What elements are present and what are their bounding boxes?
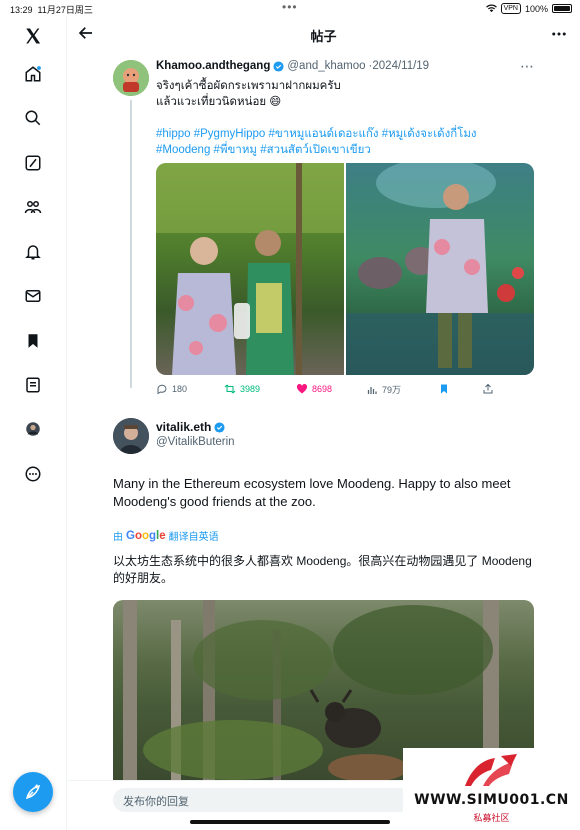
notifications-bell-icon[interactable]: [23, 242, 43, 262]
post-text: จริงๆเค้าซื้อผัดกระเพรามาฝากผมครับ แล้วแ…: [156, 80, 341, 108]
watermark-logo: [465, 754, 517, 786]
x-logo-icon[interactable]: [23, 26, 43, 46]
watermark: WWW.SIMU001.CN 私募社区: [403, 748, 580, 830]
post-hashtags[interactable]: #hippo #PygmyHippo #ขาหมูแอนด์เดอะแก๊ง #…: [156, 126, 526, 158]
top-header: 帖子: [67, 16, 580, 50]
more-options-icon[interactable]: [23, 464, 43, 484]
main-author-name[interactable]: vitalik.eth: [156, 420, 225, 434]
thread-connector-line: [130, 100, 132, 388]
bookmark-action[interactable]: [438, 383, 450, 395]
verified-badge-icon: [214, 421, 225, 433]
battery-icon: [552, 4, 572, 13]
status-right: VPN 100%: [485, 3, 572, 14]
bookmark-filled-icon: [441, 384, 447, 394]
grok-icon[interactable]: [23, 153, 43, 173]
vitalik-avatar[interactable]: [113, 418, 149, 454]
compose-post-button[interactable]: [13, 772, 53, 812]
translation-attribution[interactable]: 由 Google 翻译自英语: [113, 528, 219, 544]
views-action[interactable]: 79万: [366, 383, 401, 396]
battery-percent: 100%: [524, 3, 548, 14]
google-logo: Google: [126, 529, 166, 542]
post-more-icon[interactable]: ⋯: [520, 58, 534, 75]
author-handle[interactable]: @and_khamoo: [287, 60, 365, 72]
communities-icon[interactable]: [23, 197, 43, 217]
verified-badge-icon: [273, 60, 284, 72]
like-action[interactable]: 8698: [296, 383, 332, 395]
compose-feather-icon: [25, 784, 41, 800]
vpn-badge: VPN: [500, 3, 521, 14]
watermark-subtext: 私募社区: [473, 813, 510, 823]
post-photo-2[interactable]: [346, 163, 534, 375]
post-action-bar: 180 3989 8698 79万: [156, 383, 501, 397]
post-header: Khamoo.andthegang @and_khamoo ·2024/11/1…: [156, 60, 429, 72]
repost-icon: [224, 384, 236, 394]
post-date[interactable]: ·2024/11/19: [369, 60, 430, 72]
sidebar: [0, 16, 67, 830]
main-post-text: Many in the Ethereum ecosystem love Mood…: [113, 476, 511, 509]
bookmark-icon[interactable]: [23, 331, 43, 351]
share-icon: [483, 383, 493, 394]
home-icon[interactable]: [23, 64, 43, 84]
page-title: 帖子: [310, 29, 337, 44]
share-action[interactable]: [482, 383, 494, 395]
status-time: 13:29 11月27日周三: [10, 5, 93, 15]
lists-icon[interactable]: [23, 375, 43, 395]
more-horizontal-icon[interactable]: [550, 25, 568, 43]
views-bar-chart-icon: [367, 386, 377, 394]
author-name[interactable]: Khamoo.andthegang: [156, 60, 270, 72]
home-indicator: [190, 820, 390, 824]
search-icon[interactable]: [23, 108, 43, 128]
heart-filled-icon: [296, 383, 308, 394]
main-author-handle[interactable]: @VitalikButerin: [156, 436, 235, 448]
author-avatar[interactable]: [113, 60, 149, 96]
multitask-dots[interactable]: •••: [282, 0, 298, 14]
profile-avatar-icon[interactable]: [23, 419, 43, 439]
reply-action[interactable]: 180: [156, 383, 187, 395]
post-media-grid[interactable]: [156, 163, 534, 375]
messages-envelope-icon[interactable]: [23, 286, 43, 306]
repost-action[interactable]: 3989: [224, 383, 260, 395]
reply-input[interactable]: 发布你的回复: [113, 788, 413, 812]
wifi-icon: [485, 4, 497, 13]
watermark-text: WWW.SIMU001.CN: [414, 792, 569, 808]
reply-bubble-icon: [157, 384, 167, 395]
post-photo-1[interactable]: [156, 163, 344, 375]
translated-post-text: 以太坊生态系统中的很多人都喜欢 Moodeng。很高兴在动物园遇见了 Moode…: [113, 554, 532, 585]
status-bar: 13:29 11月27日周三 ••• VPN 100%: [0, 0, 580, 16]
